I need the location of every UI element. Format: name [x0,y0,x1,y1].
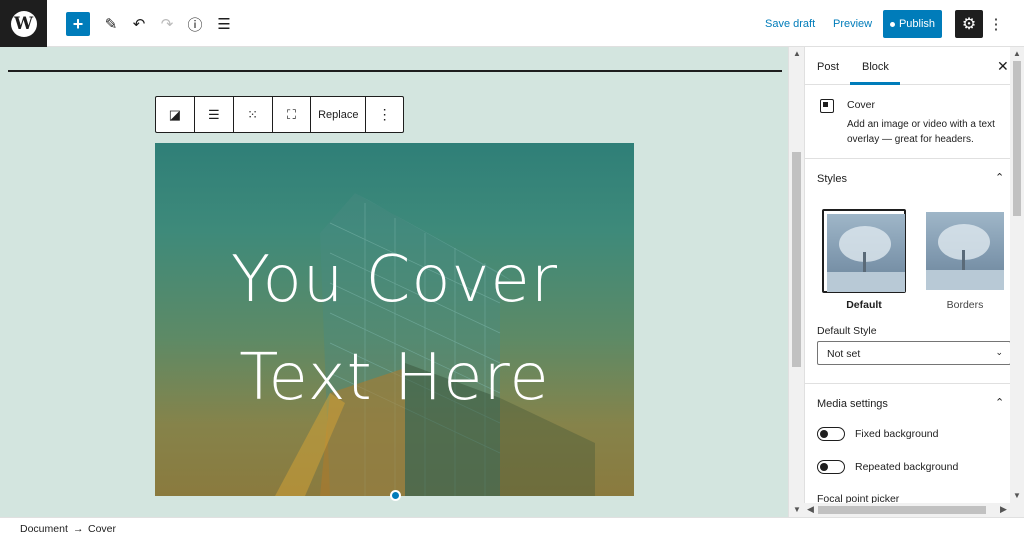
cover-block-icon [820,99,834,113]
style-default-label: Default [846,299,882,311]
settings-sidebar: Post Block ✕ Cover Add an image or video… [804,47,1024,517]
media-settings-panel-toggle[interactable]: Media settings ⌃ [805,385,1011,423]
fullscreen-icon: ⛶ [286,106,296,122]
toggle-knob [820,429,828,438]
plus-icon: + [72,13,84,34]
wordpress-logo-button[interactable]: W [0,0,47,47]
styles-panel-toggle[interactable]: Styles ⌃ [805,160,1011,198]
tab-block[interactable]: Block [862,61,889,73]
default-style-value: Not set [827,348,861,360]
redo-button[interactable]: ↷ [155,12,179,36]
status-dot-icon [889,21,895,27]
block-toolbar: ◪ ☰ ⁙ ⛶ Replace ⋮ [155,96,404,133]
cover-heading[interactable]: You Cover Text Here [155,231,634,427]
undo-button[interactable]: ↶ [127,12,151,36]
breadcrumb-cover[interactable]: Cover [88,523,116,535]
options-button[interactable]: ⋮ [988,10,1004,38]
style-option-borders[interactable] [923,209,1007,293]
info-icon: ⓘ [187,16,203,34]
cover-heading-line-2: Text Here [239,341,550,415]
panel-divider [805,383,1011,384]
pen-icon: ✎ [104,16,118,33]
settings-button[interactable]: ⚙ [955,10,983,38]
style-borders-label: Borders [946,299,984,311]
tree-preview-icon [926,224,1004,290]
breadcrumb-document[interactable]: Document [20,523,68,535]
scroll-up-arrow-icon[interactable]: ▲ [789,49,805,58]
redo-icon: ↷ [160,16,174,33]
full-height-button[interactable]: ⛶ [273,97,312,132]
scroll-down-arrow-icon[interactable]: ▼ [1010,491,1024,500]
cover-heading-line-1: You Cover [230,243,559,317]
publish-label: Publish [898,18,936,30]
replace-button[interactable]: Replace [311,97,367,132]
editor-header: W + ✎ ↶ ↷ ⓘ ☰ Save draft Preview Publish… [0,0,1024,47]
chevron-down-icon: ⌄ [995,347,1003,357]
style-option-default[interactable] [822,209,906,293]
block-card-description: Add an image or video with a text overla… [847,119,995,145]
position-grid-icon: ⁙ [247,106,259,122]
sidebar-tabs: Post Block ✕ [805,47,1011,85]
undo-icon: ↶ [132,16,146,33]
block-card-title: Cover [847,99,876,111]
chevron-up-icon: ⌃ [995,397,1005,409]
default-style-select[interactable]: Not set ⌄ [817,341,1011,365]
breadcrumb-separator-arrow-icon: → [73,523,84,535]
gear-icon: ⚙ [961,16,977,33]
tools-button[interactable]: ✎ [99,12,123,36]
repeated-background-label: Repeated background [855,461,959,473]
media-settings-title: Media settings [817,398,888,410]
cover-block-icon: ◪ [168,106,182,122]
scroll-right-arrow-icon[interactable]: ▶ [1000,504,1007,515]
wordpress-logo-icon: W [10,10,37,37]
list-view-button[interactable]: ☰ [212,12,236,36]
sidebar-scrollbar-thumb[interactable] [1013,61,1021,216]
save-draft-button[interactable]: Save draft [765,10,815,38]
close-icon: ✕ [997,58,1009,74]
add-block-button[interactable]: + [66,12,90,36]
default-style-label: Default Style [817,325,877,337]
chevron-up-icon: ⌃ [995,172,1005,184]
block-options-button[interactable]: ⋮ [366,97,403,132]
horizontal-scrollbar-thumb[interactable] [818,506,986,514]
block-card: Cover Add an image or video with a text … [805,85,1011,159]
fixed-background-toggle[interactable] [817,427,845,441]
more-vertical-icon: ⋮ [988,16,1004,33]
close-sidebar-button[interactable]: ✕ [997,58,1009,75]
publish-button[interactable]: Publish [883,10,942,38]
repeated-background-toggle[interactable] [817,460,845,474]
sidebar-horizontal-scrollbar[interactable]: ◀ ▶ [804,503,1024,517]
scroll-left-arrow-icon[interactable]: ◀ [807,504,814,515]
align-button[interactable]: ☰ [195,97,234,132]
scroll-down-arrow-icon[interactable]: ▼ [789,505,805,514]
tab-post[interactable]: Post [817,61,839,73]
content-position-button[interactable]: ⁙ [234,97,273,132]
styles-panel-title: Styles [817,173,847,185]
more-vertical-icon: ⋮ [377,106,392,122]
cover-block[interactable]: You Cover Text Here [155,143,634,496]
tree-preview-icon [827,226,905,292]
details-button[interactable]: ⓘ [183,12,207,36]
block-type-button[interactable]: ◪ [156,97,195,132]
style-preview-image [827,214,905,292]
toggle-knob [820,462,828,471]
resize-handle[interactable] [390,490,401,501]
sidebar-scrollbar[interactable]: ▲ ▼ [1010,47,1024,503]
separator-block[interactable] [8,70,782,72]
block-breadcrumb: Document → Cover [0,517,1024,537]
canvas-scrollbar[interactable]: ▲ ▼ [788,47,804,517]
canvas-scrollbar-thumb[interactable] [792,152,801,367]
preview-button[interactable]: Preview [833,10,872,38]
editor-canvas[interactable]: ◪ ☰ ⁙ ⛶ Replace ⋮ You Cover Text Here [0,47,788,517]
scroll-up-arrow-icon[interactable]: ▲ [1010,49,1024,58]
list-view-icon: ☰ [217,16,231,33]
style-preview-image [926,212,1004,290]
align-icon: ☰ [207,106,220,122]
fixed-background-label: Fixed background [855,428,939,440]
